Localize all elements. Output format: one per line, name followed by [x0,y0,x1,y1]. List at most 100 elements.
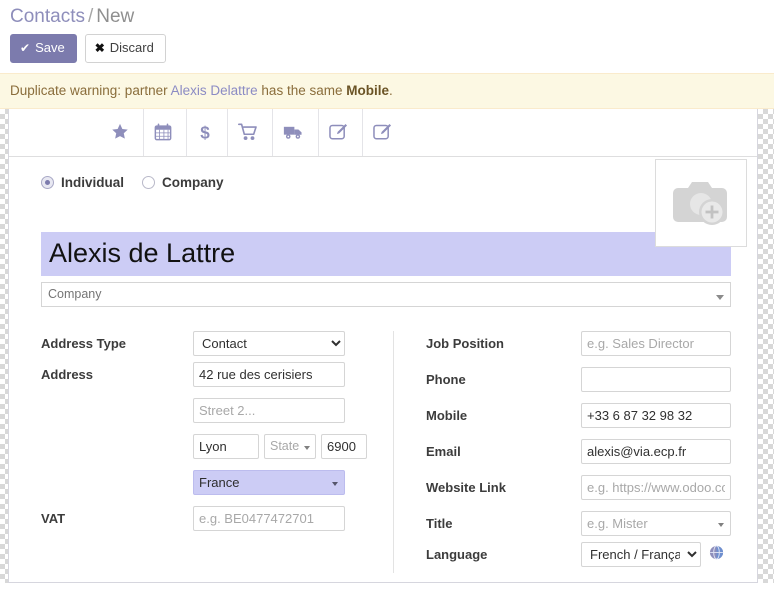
label-country [41,470,193,475]
zip-input[interactable] [321,433,367,459]
label-mobile: Mobile [426,407,468,423]
state-dropdown[interactable]: State [264,433,316,459]
stat-button-ontim[interactable] [272,108,318,156]
stat-button-purcha[interactable] [227,108,272,156]
website-input[interactable] [581,474,731,500]
chevron-down-icon [718,522,724,527]
field-row-job-position: Job Position [426,330,735,361]
field-row-street: Address [41,361,393,392]
field-row-email: Email [426,438,735,469]
calendar-icon [154,123,172,141]
control-mobile [581,402,735,433]
field-row-street2 [41,397,393,428]
action-bar: ✔ Save ✖ Discard [0,30,774,73]
label-email: Email [426,443,461,459]
city-input[interactable] [193,433,259,459]
control-address-type: ContactInvoice AddressDelivery AddressOt… [193,330,393,356]
mobile-input[interactable] [581,402,731,428]
phone-input[interactable] [581,366,731,392]
contact-name-input[interactable] [41,231,731,276]
field-row-address-type: Address Type ContactInvoice AddressDelive… [41,330,393,356]
title-dropdown[interactable]: e.g. Mister [581,510,731,536]
company-field-wrap [41,281,731,307]
discard-button-label: Discard [109,40,154,55]
chevron-down-icon [304,445,310,450]
street-input[interactable] [193,361,345,387]
avatar-upload[interactable] [655,158,747,247]
warning-middle: has the same [261,82,343,98]
address-type-select[interactable]: ContactInvoice AddressDelivery AddressOt… [193,330,345,356]
warning-prefix: Duplicate warning: partner [10,82,168,98]
form-body: $ Individual Company Alexis de Lattre Co… [0,108,774,583]
email-input[interactable] [581,438,731,464]
label-website: Website Link [426,479,506,495]
state-placeholder: State [270,439,300,454]
title-placeholder: e.g. Mister [587,515,648,531]
job-position-input[interactable] [581,330,731,356]
shopping-cart-icon [238,123,258,141]
pencil-square-icon [329,123,348,141]
radio-individual[interactable]: Individual [41,175,124,190]
control-phone [581,366,735,397]
dollar-icon: $ [197,123,213,141]
radio-company-dot[interactable] [142,175,156,189]
label-vat: VAT [41,510,66,526]
street2-input[interactable] [193,397,345,423]
stat-button-sales[interactable]: $ [186,108,227,156]
globe-icon[interactable] [709,545,724,563]
field-row-phone: Phone [426,366,735,397]
chevron-down-icon[interactable] [716,294,724,300]
stat-button-bar: $ [9,108,757,157]
control-title: e.g. Mister [581,510,735,536]
times-icon: ✖ [94,40,105,55]
city-state-zip-row: State [193,433,393,459]
right-field-column: Job Position Phone Mobile Email Website Link… [393,330,735,573]
warning-field: Mobile [346,82,389,98]
save-button[interactable]: ✔ Save [10,34,77,63]
camera-plus-icon [673,181,727,225]
field-row-city-state-zip: State [41,433,393,464]
stat-button-vendor[interactable] [362,108,406,156]
warning-suffix: . [388,82,393,98]
discard-button[interactable]: ✖ Discard [84,34,166,63]
field-row-title: Title e.g. Mister [426,510,735,536]
star-icon [111,123,129,141]
radio-individual-dot[interactable] [41,175,54,189]
breadcrumb-current: New [96,6,135,27]
field-columns: Address Type ContactInvoice AddressDelive… [41,330,735,573]
language-select[interactable]: French / Français [581,541,701,567]
partner-type-radio-group: Individual Company [41,175,735,190]
svg-text:$: $ [200,123,210,141]
warning-partner-link[interactable]: Alexis Delattre [171,83,258,98]
radio-individual-label: Individual [61,174,125,190]
duplicate-warning-banner: Duplicate warning: partner Alexis Delatt… [0,72,774,109]
label-job-position: Job Position [426,335,504,351]
control-language: French / Français [581,541,735,567]
label-city-state-zip [41,434,193,439]
breadcrumb-separator: / [87,6,94,27]
control-vat [193,505,393,536]
control-email [581,438,735,469]
company-input[interactable] [41,281,731,307]
field-row-mobile: Mobile [426,402,735,433]
field-row-language: Language French / Français [426,541,735,567]
label-language: Language [426,546,488,562]
field-row-website: Website Link [426,474,735,505]
stat-button-opport[interactable] [101,109,143,156]
label-title: Title [426,515,453,531]
breadcrumb-root[interactable]: Contacts [10,6,85,27]
left-edge-gutter [0,108,8,583]
radio-company[interactable]: Company [142,175,224,190]
form-sheet: $ Individual Company Alexis de Lattre Co… [8,108,758,583]
stat-button-invoiced[interactable] [318,108,362,156]
vat-input[interactable] [193,505,345,531]
control-street2 [193,397,393,428]
identity-block [41,231,735,307]
radio-company-label: Company [162,174,224,190]
save-button-label: Save [35,40,65,55]
country-dropdown[interactable]: France [193,469,345,495]
country-value: France [199,474,240,490]
control-city-state-zip: State [193,433,393,464]
stat-button-meetings[interactable] [143,108,186,156]
chevron-down-icon [332,481,338,486]
